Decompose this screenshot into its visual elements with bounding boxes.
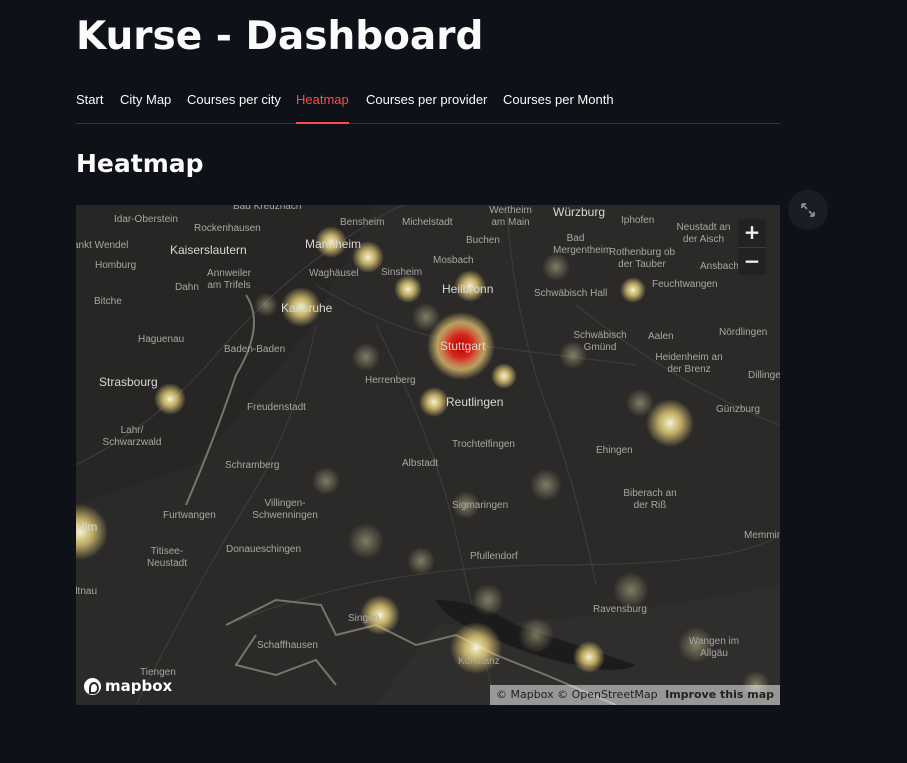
- map-label: Mosbach: [433, 255, 474, 266]
- map-label: Bitche: [94, 296, 122, 307]
- map-label: Buchen: [466, 235, 500, 246]
- fullscreen-button[interactable]: [788, 190, 828, 230]
- improve-map-link[interactable]: Improve this map: [665, 688, 774, 701]
- map-label: Dahn: [175, 282, 199, 293]
- map-label: Rothenburg ob der Tauber: [608, 247, 676, 270]
- mapbox-logo[interactable]: mapbox: [84, 677, 172, 695]
- map-label: Memmingen: [744, 530, 780, 541]
- map-label: Wertheim am Main: [489, 205, 532, 228]
- map-label: Mannheim: [305, 237, 362, 251]
- mapbox-logo-icon: [84, 677, 101, 695]
- map-label: Homburg: [95, 260, 137, 271]
- zoom-controls: + −: [738, 219, 766, 275]
- zoom-out-button[interactable]: −: [738, 247, 766, 275]
- map-label: Trochtelfingen: [452, 439, 515, 450]
- map-label: Dillingen: [748, 370, 780, 381]
- attribution-text[interactable]: © Mapbox © OpenStreetMap: [496, 688, 658, 701]
- map-label: Idar-Oberstein: [114, 214, 178, 225]
- page-title: Kurse - Dashboard: [76, 14, 484, 59]
- map-label: Iphofen: [621, 215, 655, 226]
- map-label: Schwäbisch Hall: [534, 288, 608, 299]
- map-label: Lahr/ Schwarzwald: [102, 425, 162, 448]
- tab-courses-per-city[interactable]: Courses per city: [187, 92, 281, 123]
- tab-courses-per-provider[interactable]: Courses per provider: [366, 92, 487, 123]
- map-label: Würzburg: [553, 205, 606, 219]
- map-label: Günzburg: [716, 404, 760, 415]
- map-label: Stuttgart: [440, 339, 486, 353]
- tab-courses-per-month[interactable]: Courses per Month: [503, 92, 614, 123]
- map-label: Furtwangen: [163, 510, 216, 521]
- map-label: Schwäbisch Gmünd: [573, 330, 627, 353]
- map-label: Aalen: [648, 331, 674, 342]
- map-label: Ravensburg: [593, 604, 647, 615]
- section-heading: Heatmap: [76, 149, 204, 178]
- map-label: Sinsheim: [381, 267, 423, 278]
- map-label: Singen: [348, 613, 380, 624]
- map-label: Biberach an der Riß: [623, 488, 677, 511]
- map-label: Annweiler am Trifels: [207, 268, 251, 291]
- map-label: dtnau: [76, 586, 98, 597]
- map-label: Karlsruhe: [281, 301, 333, 315]
- map-label: Donaueschingen: [226, 544, 302, 555]
- map-label: Kaiserslautern: [170, 243, 247, 257]
- tab-heatmap[interactable]: Heatmap: [296, 92, 349, 124]
- map-attribution: © Mapbox © OpenStreetMap Improve this ma…: [490, 685, 780, 705]
- map-label: Bensheim: [340, 217, 385, 228]
- tab-city-map[interactable]: City Map: [120, 92, 171, 123]
- map-label: Herrenberg: [365, 375, 416, 386]
- map-label: ankt Wendel: [76, 240, 129, 251]
- map-label: Bad Kreuznach: [233, 205, 302, 212]
- expand-icon: [801, 203, 815, 217]
- heatmap-map[interactable]: Bad Kreuznach Idar-Oberstein Rockenhause…: [76, 205, 780, 705]
- zoom-in-button[interactable]: +: [738, 219, 766, 247]
- map-label: Villingen- Schwenningen: [252, 498, 318, 521]
- map-label: Neustadt an der Aisch: [676, 222, 731, 245]
- map-label: Heilbronn: [442, 282, 494, 296]
- map-label: Strasbourg: [99, 375, 158, 389]
- map-label: Freudenstadt: [247, 402, 306, 413]
- map-label: Albstadt: [402, 458, 439, 469]
- map-label: Rockenhausen: [194, 223, 261, 234]
- map-label: Heidenheim an der Brenz: [655, 352, 723, 375]
- map-label: Waghäusel: [309, 268, 359, 279]
- map-label: Haguenau: [138, 334, 185, 345]
- map-label: Michelstadt: [402, 217, 453, 228]
- map-label: Pfullendorf: [470, 551, 518, 562]
- map-label: Sigmaringen: [452, 500, 509, 511]
- mapbox-logo-text: mapbox: [105, 677, 173, 695]
- map-label: Titisee- Neustadt: [146, 546, 188, 569]
- map-label: Wangen im Allgäu: [688, 636, 740, 659]
- map-label: Nördlingen: [719, 327, 768, 338]
- map-label: Reutlingen: [446, 395, 504, 409]
- tab-bar: Start City Map Courses per city Heatmap …: [76, 92, 780, 124]
- map-label: Schramberg: [225, 460, 280, 471]
- map-label: Schaffhausen: [257, 640, 318, 651]
- map-label: Ulm: [76, 520, 98, 534]
- map-label: Feuchtwangen: [652, 279, 718, 290]
- map-label: Ansbach: [700, 261, 739, 272]
- map-label: Konstanz: [458, 656, 500, 667]
- map-label: Ehingen: [596, 445, 633, 456]
- map-label: Bad Mergentheim: [553, 233, 612, 256]
- tab-start[interactable]: Start: [76, 92, 103, 123]
- map-label: Baden-Baden: [224, 344, 286, 355]
